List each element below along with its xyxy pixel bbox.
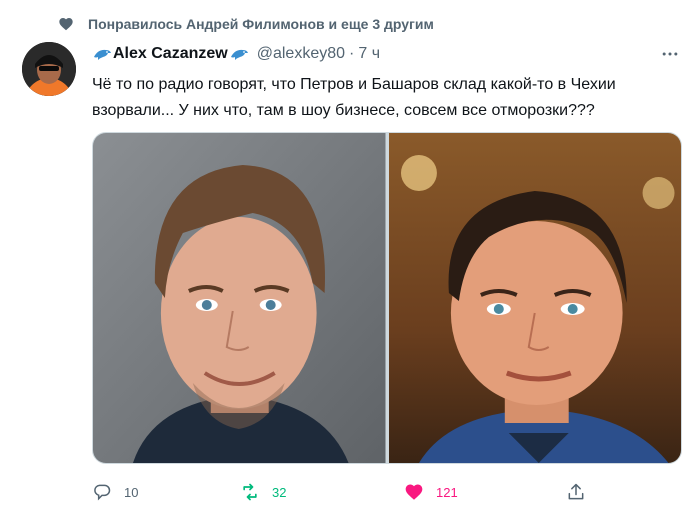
retweet-icon — [240, 482, 260, 502]
photo-right[interactable] — [388, 133, 681, 463]
more-icon[interactable] — [658, 42, 682, 66]
photo-left[interactable] — [93, 133, 386, 463]
retweet-count: 32 — [272, 484, 287, 500]
tweet-timestamp[interactable]: 7 ч — [358, 45, 380, 63]
reply-button[interactable]: 10 — [92, 478, 138, 506]
header-separator: · — [349, 45, 355, 62]
social-context-text[interactable]: Понравилось Андрей Филимонов и еще 3 дру… — [88, 16, 434, 32]
social-context: Понравилось Андрей Филимонов и еще 3 дру… — [58, 12, 434, 36]
reply-count: 10 — [124, 484, 139, 500]
tweet-header: Alex Cazanzew @alexkey80 · 7 ч — [92, 42, 682, 66]
tweet-actions: 10 32 121 — [92, 478, 692, 506]
like-count: 121 — [436, 484, 458, 500]
tweet-media[interactable] — [92, 132, 682, 464]
author-display-name[interactable]: Alex Cazanzew — [113, 45, 228, 63]
dolphin-emoji-icon — [229, 46, 249, 62]
avatar[interactable] — [22, 42, 76, 96]
reply-icon — [92, 482, 112, 502]
retweet-button[interactable]: 32 — [240, 478, 286, 506]
like-button[interactable]: 121 — [404, 478, 458, 506]
share-button[interactable] — [566, 478, 586, 506]
dolphin-emoji-icon — [92, 46, 112, 62]
author-handle[interactable]: @alexkey80 — [257, 45, 345, 63]
heart-icon — [58, 16, 74, 32]
share-icon — [566, 482, 586, 502]
tweet-text: Чё то по радио говорят, что Петров и Баш… — [92, 76, 616, 119]
heart-filled-icon — [404, 482, 424, 502]
